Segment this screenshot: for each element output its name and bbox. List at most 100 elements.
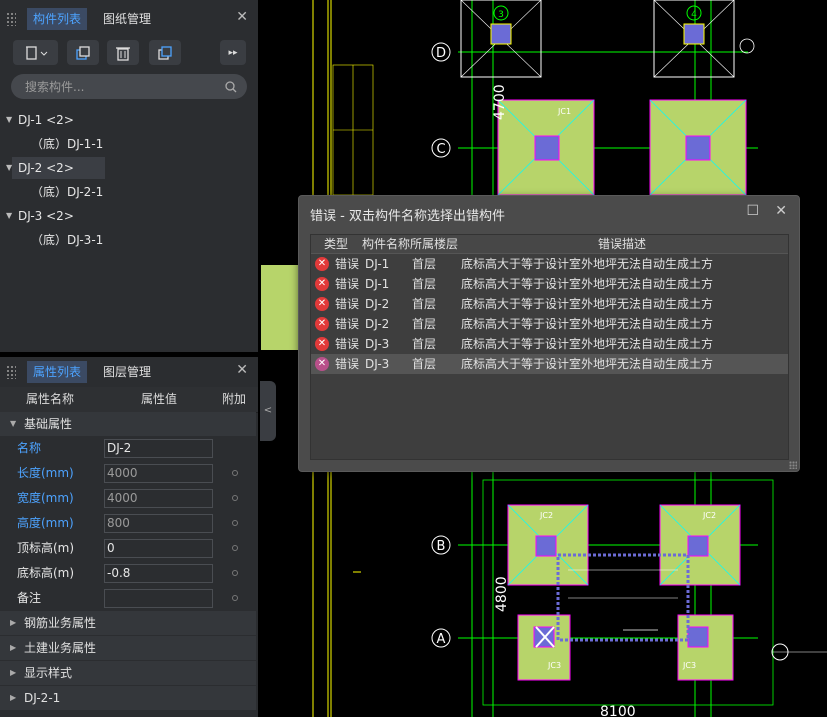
- error-component[interactable]: DJ-2: [365, 294, 389, 314]
- error-row[interactable]: ✕ 错误 DJ-3 首层 底标高大于等于设计室外地坪无法自动生成土方: [311, 334, 788, 354]
- more-tools-button[interactable]: ▸▸: [220, 40, 246, 65]
- search-icon[interactable]: [225, 81, 237, 93]
- delete-component-button[interactable]: [107, 40, 139, 65]
- attach-checkbox[interactable]: [232, 520, 238, 526]
- error-component[interactable]: DJ-3: [365, 334, 389, 354]
- property-row-bottom-elevation: 底标高(m) -0.8: [0, 561, 256, 586]
- tree-item-dj2[interactable]: ▼ DJ-2 <2>: [0, 157, 258, 179]
- component-search-input[interactable]: [23, 78, 217, 96]
- tree-item-dj3-1[interactable]: （底）DJ-3-1: [0, 229, 258, 251]
- new-component-button[interactable]: [13, 40, 58, 65]
- expand-caret-icon: ▶: [10, 643, 17, 652]
- trash-icon: [116, 46, 130, 61]
- expand-caret-icon[interactable]: ▼: [6, 109, 12, 131]
- section-civil-properties[interactable]: ▶ 土建业务属性: [0, 636, 256, 660]
- tree-item-dj3[interactable]: ▼ DJ-3 <2>: [0, 205, 258, 227]
- error-floor: 首层: [412, 257, 437, 271]
- resize-grip-icon[interactable]: [789, 461, 797, 469]
- expand-caret-icon: ▶: [10, 693, 17, 702]
- expand-caret-icon: ▶: [10, 618, 17, 627]
- error-row[interactable]: ✕ 错误 DJ-1 首层 底标高大于等于设计室外地坪无法自动生成土方: [311, 274, 788, 294]
- copy-component-button[interactable]: [67, 40, 99, 65]
- tree-item-dj1[interactable]: ▼ DJ-1 <2>: [0, 109, 258, 131]
- tab-property-list[interactable]: 属性列表: [27, 361, 88, 383]
- attach-checkbox[interactable]: [232, 595, 238, 601]
- error-row[interactable]: ✕ 错误 DJ-1 首层 底标高大于等于设计室外地坪无法自动生成土方: [311, 254, 788, 274]
- axis-B: B: [437, 539, 446, 554]
- axis-A: A: [437, 632, 446, 647]
- tree-item-label: （底）DJ-1-1: [31, 137, 104, 151]
- close-icon[interactable]: ✕: [236, 362, 248, 378]
- close-icon[interactable]: ✕: [236, 9, 248, 25]
- property-value-field[interactable]: -0.8: [104, 564, 213, 583]
- section-label: 基础属性: [24, 417, 73, 431]
- error-floor: 首层: [412, 357, 437, 371]
- property-value-field[interactable]: 0: [104, 539, 213, 558]
- error-dialog: 错误 - 双击构件名称选择出错构件 ☐ ✕ 类型 构件名称 所属楼层 错误描述 …: [298, 195, 800, 472]
- panel-collapse-handle[interactable]: <: [260, 381, 276, 441]
- error-description: 底标高大于等于设计室外地坪无法自动生成土方: [461, 277, 714, 291]
- error-type: 错误: [335, 277, 360, 291]
- section-display-style[interactable]: ▶ 显示样式: [0, 661, 256, 685]
- error-description: 底标高大于等于设计室外地坪无法自动生成土方: [461, 317, 714, 331]
- property-key: 宽度(mm): [17, 491, 74, 505]
- expand-caret-icon: ▶: [10, 668, 17, 677]
- expand-caret-icon[interactable]: ▼: [6, 205, 12, 227]
- attach-checkbox[interactable]: [232, 570, 238, 576]
- tab-layer-management[interactable]: 图层管理: [97, 361, 157, 383]
- section-dj-2-1[interactable]: ▶ DJ-2-1: [0, 686, 256, 710]
- layer-copy-button[interactable]: [149, 40, 181, 65]
- col-property-name: 属性名称: [26, 392, 75, 406]
- error-component[interactable]: DJ-2: [365, 314, 389, 334]
- error-description: 底标高大于等于设计室外地坪无法自动生成土方: [461, 337, 714, 351]
- attach-checkbox[interactable]: [232, 495, 238, 501]
- tab-component-list[interactable]: 构件列表: [27, 8, 88, 30]
- error-row[interactable]: ✕ 错误 DJ-2 首层 底标高大于等于设计室外地坪无法自动生成土方: [311, 314, 788, 334]
- attach-checkbox[interactable]: [232, 545, 238, 551]
- collapse-caret-icon: ▼: [10, 419, 17, 428]
- error-component[interactable]: DJ-1: [365, 254, 389, 274]
- property-key: 底标高(m): [17, 566, 75, 580]
- property-value-field[interactable]: 800: [104, 514, 213, 533]
- section-basic-properties[interactable]: ▼ 基础属性: [0, 412, 256, 436]
- error-component[interactable]: DJ-3: [365, 354, 389, 374]
- tab-drawing-management[interactable]: 图纸管理: [97, 8, 157, 30]
- error-x-icon: ✕: [315, 357, 329, 371]
- property-value-field[interactable]: 4000: [104, 464, 213, 483]
- col-property-value: 属性值: [141, 392, 178, 406]
- section-label: 钢筋业务属性: [24, 616, 97, 630]
- drag-grip-icon[interactable]: [6, 12, 16, 26]
- close-icon[interactable]: ✕: [775, 203, 787, 219]
- property-key: 长度(mm): [17, 466, 74, 480]
- error-row[interactable]: ✕ 错误 DJ-2 首层 底标高大于等于设计室外地坪无法自动生成土方: [311, 294, 788, 314]
- error-component[interactable]: DJ-1: [365, 274, 389, 294]
- tree-item-label: DJ-1 <2>: [18, 113, 74, 127]
- col-floor: 所属楼层: [410, 237, 459, 251]
- property-value-field[interactable]: 4000: [104, 489, 213, 508]
- section-label: 显示样式: [24, 666, 73, 680]
- section-rebar-properties[interactable]: ▶ 钢筋业务属性: [0, 611, 256, 635]
- tree-item-label: （底）DJ-2-1: [31, 185, 104, 199]
- tree-item-dj2-1[interactable]: （底）DJ-2-1: [0, 181, 258, 203]
- drag-grip-icon[interactable]: [6, 365, 16, 379]
- component-search-box[interactable]: [11, 74, 247, 99]
- axis-D: D: [436, 46, 446, 61]
- expand-caret-icon[interactable]: ▼: [6, 157, 12, 179]
- error-floor: 首层: [412, 297, 437, 311]
- error-floor: 首层: [412, 317, 437, 331]
- col-description: 错误描述: [598, 237, 647, 251]
- property-value-field[interactable]: [104, 589, 213, 608]
- tree-item-dj1-1[interactable]: （底）DJ-1-1: [0, 133, 258, 155]
- property-value-field[interactable]: DJ-2: [104, 439, 213, 458]
- col-type: 类型: [324, 237, 349, 251]
- pad-label-jc2-right: JC2: [702, 511, 716, 520]
- error-row-selected[interactable]: ✕ 错误 DJ-3 首层 底标高大于等于设计室外地坪无法自动生成土方: [311, 354, 788, 374]
- maximize-icon[interactable]: ☐: [746, 203, 759, 219]
- error-type: 错误: [335, 297, 360, 311]
- attach-checkbox[interactable]: [232, 470, 238, 476]
- error-x-icon: ✕: [315, 297, 329, 311]
- property-row-width: 宽度(mm) 4000: [0, 486, 256, 511]
- tree-item-label: DJ-3 <2>: [18, 209, 74, 223]
- property-row-remark: 备注: [0, 586, 256, 611]
- copy-icon: [76, 45, 90, 60]
